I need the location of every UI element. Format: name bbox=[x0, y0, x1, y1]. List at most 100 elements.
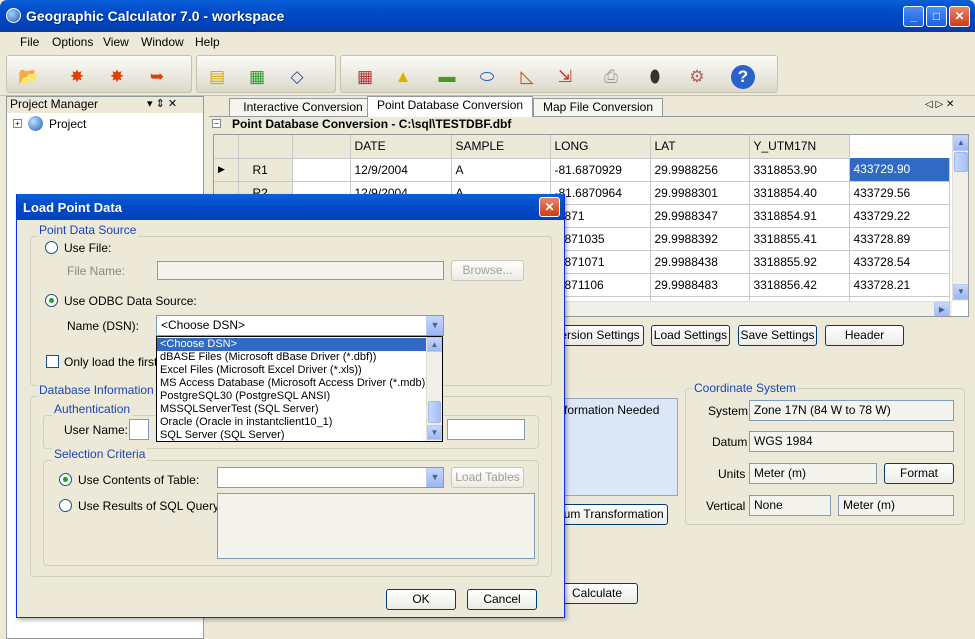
table-cell[interactable]: .6871071 bbox=[550, 250, 651, 274]
tree-item-project[interactable]: Project bbox=[49, 117, 86, 131]
ellipsoid-icon[interactable]: ⬭ bbox=[475, 65, 499, 89]
column-header-blank[interactable] bbox=[214, 135, 239, 159]
scroll-down-icon[interactable]: ▼ bbox=[953, 284, 968, 300]
menu-help[interactable]: Help bbox=[195, 35, 220, 49]
table-cell[interactable]: 29.9988483 bbox=[650, 273, 750, 297]
format-button[interactable]: Format bbox=[884, 463, 954, 484]
use-table-radio[interactable] bbox=[59, 473, 72, 486]
polygon-edit-icon[interactable]: ◇ bbox=[285, 65, 309, 89]
angle-icon[interactable]: ◺ bbox=[515, 65, 539, 89]
grid-projection-icon[interactable]: ▦ bbox=[353, 65, 377, 89]
table-cell[interactable]: 29.9988256 bbox=[650, 158, 750, 182]
table-cell[interactable]: 3318854.91 bbox=[749, 204, 850, 228]
column-header-blank[interactable] bbox=[292, 135, 351, 159]
grid-sheet-icon[interactable]: ▦ bbox=[245, 65, 269, 89]
dsn-option[interactable]: SQL Server (SQL Server) bbox=[157, 429, 427, 441]
ruler-icon[interactable]: ▬ bbox=[435, 65, 459, 89]
table-cell[interactable]: 3318855.41 bbox=[749, 227, 850, 251]
menu-options[interactable]: Options bbox=[52, 35, 93, 49]
cancel-button[interactable]: Cancel bbox=[467, 589, 537, 610]
chevron-down-icon[interactable]: ▼ bbox=[426, 316, 443, 335]
only-load-first-checkbox[interactable] bbox=[46, 355, 59, 368]
scroll-up-icon[interactable]: ▲ bbox=[953, 135, 968, 151]
table-cell[interactable]: .6871035 bbox=[550, 227, 651, 251]
dsn-option[interactable]: MSSQLServerTest (SQL Server) bbox=[157, 403, 427, 416]
table-cell[interactable]: 29.9988301 bbox=[650, 181, 750, 205]
table-cell[interactable]: 3318854.40 bbox=[749, 181, 850, 205]
table-cell[interactable]: 12/9/2004 bbox=[350, 158, 452, 182]
chevron-down-icon[interactable]: ▼ bbox=[426, 468, 443, 487]
table-row[interactable]: ▶ R1 12/9/2004 A -81.6870929 29.9988256 331885… bbox=[214, 158, 950, 182]
open-folder-icon[interactable]: 📂 bbox=[17, 65, 41, 89]
tab-point-database-conversion[interactable]: Point Database Conversion bbox=[367, 96, 533, 117]
column-header[interactable]: Y_UTM17N bbox=[749, 135, 850, 159]
mouse-icon[interactable]: ⬮ bbox=[643, 65, 667, 89]
password-input[interactable] bbox=[447, 419, 525, 440]
calculate-button[interactable]: Calculate bbox=[556, 583, 638, 604]
scroll-up-icon[interactable]: ▲ bbox=[427, 337, 442, 352]
scroll-down-icon[interactable]: ▼ bbox=[427, 425, 442, 440]
dsn-option[interactable]: MS Access Database (Microsoft Access Dri… bbox=[157, 377, 429, 390]
dsn-option[interactable]: dBASE Files (Microsoft dBase Driver (*.d… bbox=[157, 351, 427, 364]
table-cell[interactable]: 433728.21 bbox=[849, 273, 950, 297]
tree-expand-icon[interactable]: + bbox=[13, 119, 22, 128]
table-cell[interactable]: 433728.89 bbox=[849, 227, 950, 251]
tab-map-file-conversion[interactable]: Map File Conversion bbox=[533, 98, 663, 116]
scroll-thumb[interactable] bbox=[954, 152, 968, 172]
close-button[interactable]: ✕ bbox=[949, 6, 970, 27]
panel-controls[interactable]: ▾ ⇕ ✕ bbox=[147, 97, 177, 112]
settings-icon[interactable]: ⚙ bbox=[685, 65, 709, 89]
column-header[interactable]: LAT bbox=[650, 135, 750, 159]
use-file-radio[interactable] bbox=[45, 241, 58, 254]
dropdown-scrollbar[interactable]: ▲ ▼ bbox=[426, 337, 442, 441]
table-cell[interactable]: 29.9988392 bbox=[650, 227, 750, 251]
ok-button[interactable]: OK bbox=[386, 589, 456, 610]
table-cell[interactable]: .6871 bbox=[550, 204, 651, 228]
grid-vertical-scrollbar[interactable]: ▲ ▼ bbox=[952, 135, 968, 301]
save-settings-button[interactable]: Save Settings bbox=[738, 325, 817, 346]
minimize-button[interactable]: _ bbox=[903, 6, 924, 27]
row-header[interactable]: R1 bbox=[238, 158, 293, 182]
table-cell[interactable] bbox=[292, 158, 351, 182]
collapse-icon[interactable]: − bbox=[212, 119, 221, 128]
tab-interactive-conversion[interactable]: Interactive Conversion bbox=[229, 98, 377, 116]
table-cell[interactable]: A bbox=[451, 158, 551, 182]
table-cell[interactable]: 433728.54 bbox=[849, 250, 950, 274]
table-cell[interactable]: -81.6870929 bbox=[550, 158, 651, 182]
table-cell[interactable]: -81.6870964 bbox=[550, 181, 651, 205]
dsn-option[interactable]: PostgreSQL30 (PostgreSQL ANSI) bbox=[157, 390, 427, 403]
datum-transformation-button[interactable]: tum Transformation bbox=[556, 504, 668, 525]
menu-window[interactable]: Window bbox=[141, 35, 184, 49]
table-cell[interactable]: 3318856.42 bbox=[749, 273, 850, 297]
table-cell[interactable]: 3318853.90 bbox=[749, 158, 850, 182]
dsn-option[interactable]: <Choose DSN> bbox=[157, 338, 427, 351]
table-cell[interactable]: 29.9988347 bbox=[650, 204, 750, 228]
column-header[interactable]: SAMPLE bbox=[451, 135, 551, 159]
user-name-input[interactable] bbox=[129, 419, 149, 440]
triangle-icon[interactable]: ▲ bbox=[391, 65, 415, 89]
use-odbc-radio[interactable] bbox=[45, 294, 58, 307]
menu-file[interactable]: File bbox=[20, 35, 39, 49]
header-button[interactable]: Header bbox=[825, 325, 904, 346]
load-settings-button[interactable]: Load Settings bbox=[651, 325, 730, 346]
dropdown-scroll-thumb[interactable] bbox=[428, 401, 441, 423]
table-cell[interactable]: 433729.90 bbox=[849, 158, 950, 182]
printer-icon[interactable]: ⎙ bbox=[599, 65, 623, 89]
load-star-icon[interactable]: ✸ bbox=[105, 65, 129, 89]
save-arrow-icon[interactable]: ➥ bbox=[145, 65, 169, 89]
table-cell[interactable]: 433729.56 bbox=[849, 181, 950, 205]
table-cell[interactable]: .6871106 bbox=[550, 273, 651, 297]
maximize-button[interactable]: □ bbox=[926, 6, 947, 27]
table-cell[interactable]: 3318855.92 bbox=[749, 250, 850, 274]
column-header[interactable]: LONG bbox=[550, 135, 651, 159]
menu-view[interactable]: View bbox=[103, 35, 129, 49]
dsn-select[interactable]: <Choose DSN> ▼ bbox=[156, 315, 444, 336]
dsn-option[interactable]: Oracle (Oracle in instantclient10_1) bbox=[157, 416, 427, 429]
dsn-option[interactable]: Excel Files (Microsoft Excel Driver (*.x… bbox=[157, 364, 427, 377]
dialog-close-button[interactable]: ✕ bbox=[539, 197, 560, 217]
row-indicator[interactable]: ▶ bbox=[214, 158, 239, 182]
table-select[interactable]: ▼ bbox=[217, 467, 444, 488]
new-star-icon[interactable]: ✸ bbox=[65, 65, 89, 89]
help-icon[interactable]: ? bbox=[731, 65, 755, 89]
tab-navigation[interactable]: ◁ ▷ ✕ bbox=[925, 99, 954, 110]
